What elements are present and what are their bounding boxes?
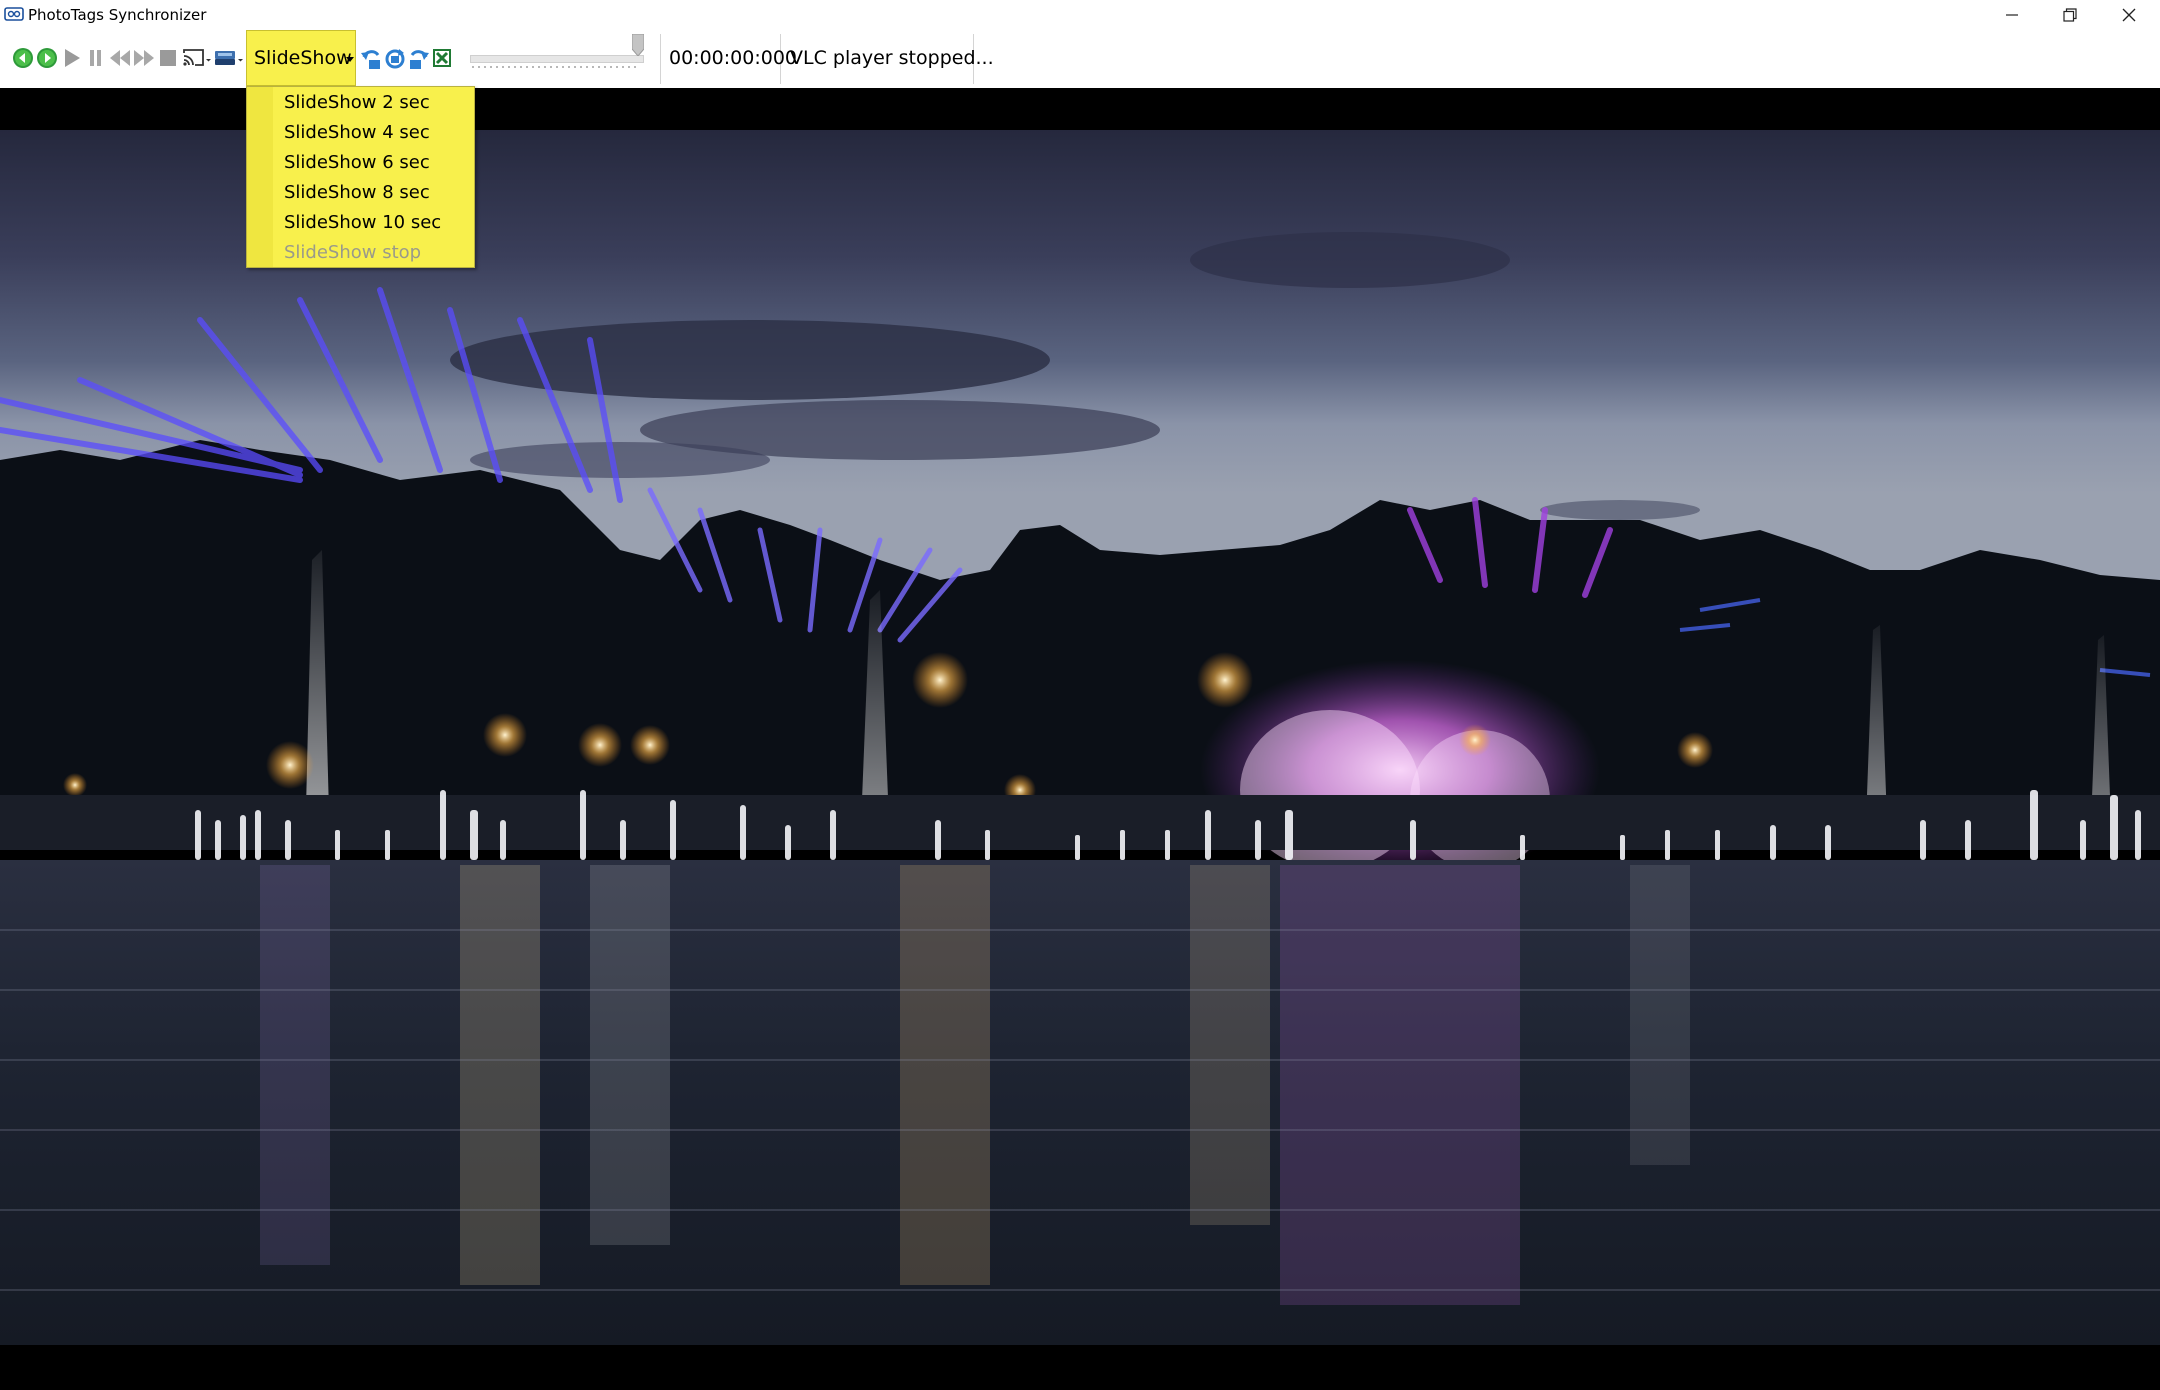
window-title: PhotoTags Synchronizer: [28, 6, 207, 24]
fountain-night-photo: [0, 130, 2160, 1345]
previous-icon[interactable]: [108, 47, 132, 69]
seek-ticks: [472, 66, 640, 68]
forward-icon[interactable]: [36, 47, 58, 69]
chromecast-icon[interactable]: [212, 47, 244, 69]
rotate-right-icon[interactable]: [408, 47, 430, 71]
slideshow-menu: SlideShow 2 sec SlideShow 4 sec SlideSho…: [246, 86, 475, 268]
pause-icon[interactable]: [87, 47, 105, 69]
app-icon: [4, 7, 24, 21]
toolbar-separator: [660, 34, 661, 84]
menu-item-slideshow-stop: SlideShow stop: [284, 242, 422, 263]
close-icon: [2122, 8, 2136, 22]
minimize-button[interactable]: [1982, 0, 2042, 30]
player-status: VLC player stopped...: [790, 47, 994, 69]
slideshow-dropdown-button[interactable]: SlideShow: [246, 30, 356, 86]
play-icon[interactable]: [62, 47, 82, 69]
seek-track: [470, 55, 644, 63]
maximize-icon: [2063, 8, 2077, 22]
seek-slider[interactable]: [458, 30, 658, 88]
seek-thumb[interactable]: [632, 34, 644, 56]
minimize-icon: [2006, 14, 2018, 16]
menu-item-slideshow-10[interactable]: SlideShow 10 sec: [284, 212, 441, 234]
title-bar: PhotoTags Synchronizer: [0, 0, 2160, 30]
rotate-180-icon[interactable]: [384, 47, 406, 71]
back-icon[interactable]: [12, 47, 34, 69]
menu-item-slideshow-6[interactable]: SlideShow 6 sec: [284, 152, 430, 174]
close-x-icon[interactable]: [432, 47, 452, 69]
maximize-button[interactable]: [2040, 0, 2100, 30]
close-button[interactable]: [2099, 0, 2159, 30]
slideshow-button-label: SlideShow: [254, 47, 352, 69]
menu-item-slideshow-4[interactable]: SlideShow 4 sec: [284, 122, 430, 144]
menu-item-slideshow-2[interactable]: SlideShow 2 sec: [284, 92, 430, 114]
menu-item-slideshow-8[interactable]: SlideShow 8 sec: [284, 182, 430, 204]
stop-icon[interactable]: [158, 47, 178, 69]
chevron-down-icon: [346, 57, 354, 62]
next-icon[interactable]: [132, 47, 156, 69]
cast-icon[interactable]: [181, 47, 211, 69]
menu-gutter: [247, 87, 273, 267]
photo-viewer[interactable]: [0, 130, 2160, 1345]
rotate-left-icon[interactable]: [360, 47, 382, 71]
time-display: 00:00:00:000: [669, 47, 797, 69]
